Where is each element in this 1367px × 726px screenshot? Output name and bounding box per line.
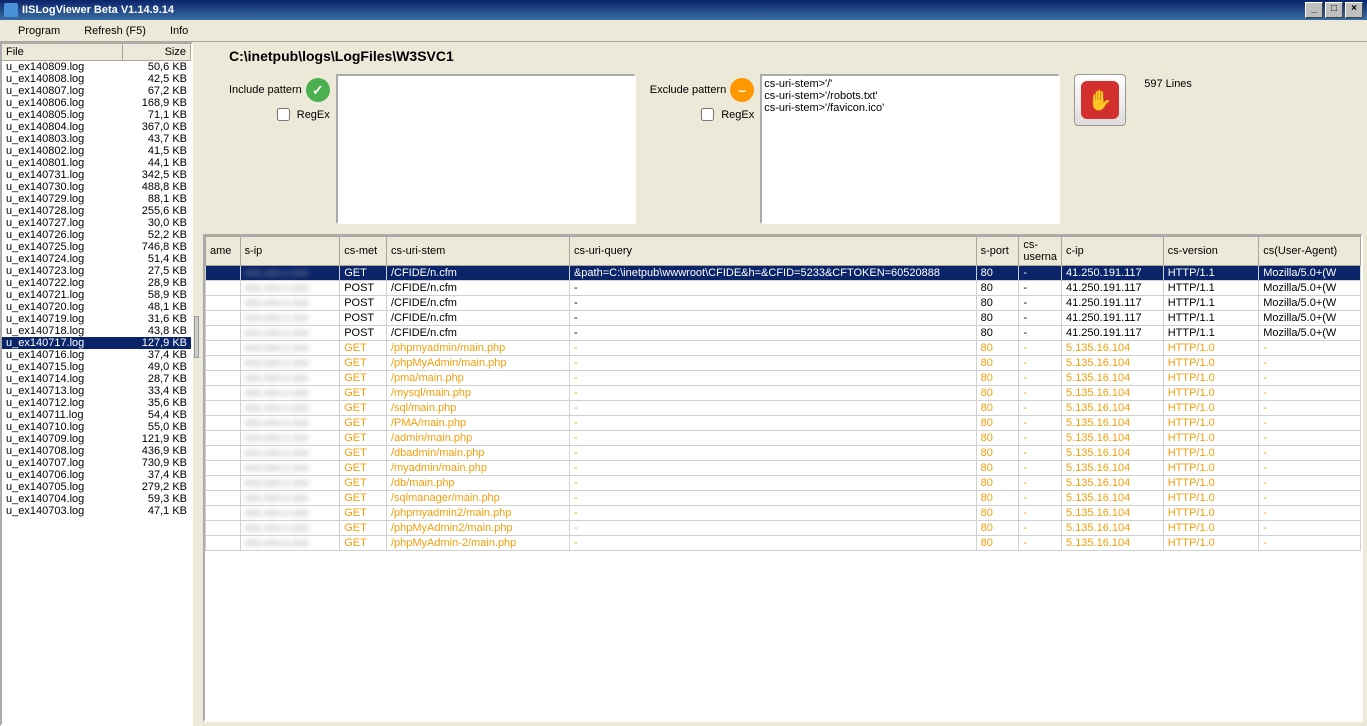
- stop-button[interactable]: ✋: [1074, 74, 1126, 126]
- menu-program[interactable]: Program: [6, 23, 72, 39]
- log-row[interactable]: xxx.xxx.x.xxxGET/sql/main.php-80-5.135.1…: [206, 401, 1361, 416]
- file-row[interactable]: u_ex140705.log279,2 KB: [2, 481, 191, 493]
- log-row[interactable]: xxx.xxx.x.xxxPOST/CFIDE/n.cfm-80-41.250.…: [206, 296, 1361, 311]
- file-row[interactable]: u_ex140714.log28,7 KB: [2, 373, 191, 385]
- file-row[interactable]: u_ex140809.log50,6 KB: [2, 61, 191, 73]
- log-row[interactable]: xxx.xxx.x.xxxPOST/CFIDE/n.cfm-80-41.250.…: [206, 281, 1361, 296]
- window-title: IISLogViewer Beta V1.14.9.14: [22, 4, 1303, 16]
- file-row[interactable]: u_ex140716.log37,4 KB: [2, 349, 191, 361]
- file-row[interactable]: u_ex140725.log746,8 KB: [2, 241, 191, 253]
- include-regex-checkbox[interactable]: RegEx: [277, 108, 330, 121]
- col-header[interactable]: cs-met: [340, 237, 387, 266]
- file-row[interactable]: u_ex140802.log41,5 KB: [2, 145, 191, 157]
- menu-bar: Program Refresh (F5) Info: [0, 20, 1367, 42]
- log-row[interactable]: xxx.xxx.x.xxxGET/phpMyAdmin-2/main.php-8…: [206, 536, 1361, 551]
- col-header[interactable]: cs-version: [1163, 237, 1259, 266]
- file-row[interactable]: u_ex140804.log367,0 KB: [2, 121, 191, 133]
- app-icon: [4, 3, 18, 17]
- file-row[interactable]: u_ex140717.log127,9 KB: [2, 337, 191, 349]
- file-row[interactable]: u_ex140721.log58,9 KB: [2, 289, 191, 301]
- file-row[interactable]: u_ex140730.log488,8 KB: [2, 181, 191, 193]
- log-row[interactable]: xxx.xxx.x.xxxGET/CFIDE/n.cfm&path=C:\ine…: [206, 266, 1361, 281]
- file-row[interactable]: u_ex140731.log342,5 KB: [2, 169, 191, 181]
- splitter[interactable]: [193, 42, 199, 726]
- log-row[interactable]: xxx.xxx.x.xxxGET/sqlmanager/main.php-80-…: [206, 491, 1361, 506]
- log-row[interactable]: xxx.xxx.x.xxxGET/PMA/main.php-80-5.135.1…: [206, 416, 1361, 431]
- file-row[interactable]: u_ex140718.log43,8 KB: [2, 325, 191, 337]
- file-row[interactable]: u_ex140724.log51,4 KB: [2, 253, 191, 265]
- file-list-header: File Size: [2, 44, 191, 61]
- minimize-button[interactable]: _: [1305, 2, 1323, 18]
- log-row[interactable]: xxx.xxx.x.xxxGET/dbadmin/main.php-80-5.1…: [206, 446, 1361, 461]
- check-icon: ✓: [306, 78, 330, 102]
- log-row[interactable]: xxx.xxx.x.xxxGET/pma/main.php-80-5.135.1…: [206, 371, 1361, 386]
- menu-info[interactable]: Info: [158, 23, 200, 39]
- exclude-regex-checkbox[interactable]: RegEx: [701, 108, 754, 121]
- file-row[interactable]: u_ex140729.log88,1 KB: [2, 193, 191, 205]
- file-row[interactable]: u_ex140711.log54,4 KB: [2, 409, 191, 421]
- log-row[interactable]: xxx.xxx.x.xxxPOST/CFIDE/n.cfm-80-41.250.…: [206, 311, 1361, 326]
- title-bar: IISLogViewer Beta V1.14.9.14 _ □ ×: [0, 0, 1367, 20]
- col-header[interactable]: ame: [206, 237, 241, 266]
- file-row[interactable]: u_ex140715.log49,0 KB: [2, 361, 191, 373]
- exclude-pattern-input[interactable]: [760, 74, 1060, 224]
- file-row[interactable]: u_ex140805.log71,1 KB: [2, 109, 191, 121]
- include-label: Include pattern: [229, 84, 302, 96]
- file-row[interactable]: u_ex140728.log255,6 KB: [2, 205, 191, 217]
- current-path: C:\inetpub\logs\LogFiles\W3SVC1: [199, 42, 1367, 70]
- log-row[interactable]: xxx.xxx.x.xxxGET/phpMyAdmin2/main.php-80…: [206, 521, 1361, 536]
- col-header[interactable]: cs-uri-stem: [386, 237, 569, 266]
- hand-icon: ✋: [1081, 81, 1119, 119]
- file-row[interactable]: u_ex140807.log67,2 KB: [2, 85, 191, 97]
- col-header[interactable]: s-ip: [240, 237, 340, 266]
- minus-icon: –: [730, 78, 754, 102]
- menu-refresh[interactable]: Refresh (F5): [72, 23, 158, 39]
- file-list[interactable]: File Size u_ex140809.log50,6 KBu_ex14080…: [0, 42, 193, 726]
- exclude-filter: Exclude pattern – RegEx: [650, 74, 1060, 224]
- file-row[interactable]: u_ex140727.log30,0 KB: [2, 217, 191, 229]
- log-row[interactable]: xxx.xxx.x.xxxGET/phpmyadmin2/main.php-80…: [206, 506, 1361, 521]
- log-row[interactable]: xxx.xxx.x.xxxPOST/CFIDE/n.cfm-80-41.250.…: [206, 326, 1361, 341]
- file-row[interactable]: u_ex140712.log35,6 KB: [2, 397, 191, 409]
- file-row[interactable]: u_ex140719.log31,6 KB: [2, 313, 191, 325]
- file-row[interactable]: u_ex140703.log47,1 KB: [2, 505, 191, 517]
- log-row[interactable]: xxx.xxx.x.xxxGET/myadmin/main.php-80-5.1…: [206, 461, 1361, 476]
- file-row[interactable]: u_ex140709.log121,9 KB: [2, 433, 191, 445]
- col-header[interactable]: cs-userna: [1019, 237, 1062, 266]
- maximize-button[interactable]: □: [1325, 2, 1343, 18]
- file-row[interactable]: u_ex140720.log48,1 KB: [2, 301, 191, 313]
- file-row[interactable]: u_ex140704.log59,3 KB: [2, 493, 191, 505]
- file-row[interactable]: u_ex140801.log44,1 KB: [2, 157, 191, 169]
- file-row[interactable]: u_ex140713.log33,4 KB: [2, 385, 191, 397]
- include-filter: Include pattern ✓ RegEx: [229, 74, 636, 224]
- log-row[interactable]: xxx.xxx.x.xxxGET/mysql/main.php-80-5.135…: [206, 386, 1361, 401]
- log-row[interactable]: xxx.xxx.x.xxxGET/db/main.php-80-5.135.16…: [206, 476, 1361, 491]
- col-size[interactable]: Size: [123, 44, 191, 60]
- col-header[interactable]: cs(User-Agent): [1259, 237, 1361, 266]
- log-grid[interactable]: ames-ipcs-metcs-uri-stemcs-uri-querys-po…: [203, 234, 1363, 722]
- line-count: 597 Lines: [1140, 74, 1196, 94]
- log-row[interactable]: xxx.xxx.x.xxxGET/admin/main.php-80-5.135…: [206, 431, 1361, 446]
- file-row[interactable]: u_ex140808.log42,5 KB: [2, 73, 191, 85]
- file-row[interactable]: u_ex140706.log37,4 KB: [2, 469, 191, 481]
- log-row[interactable]: xxx.xxx.x.xxxGET/phpmyadmin/main.php-80-…: [206, 341, 1361, 356]
- include-pattern-input[interactable]: [336, 74, 636, 224]
- file-row[interactable]: u_ex140806.log168,9 KB: [2, 97, 191, 109]
- file-row[interactable]: u_ex140710.log55,0 KB: [2, 421, 191, 433]
- file-row[interactable]: u_ex140708.log436,9 KB: [2, 445, 191, 457]
- exclude-label: Exclude pattern: [650, 84, 726, 96]
- col-header[interactable]: c-ip: [1062, 237, 1164, 266]
- file-row[interactable]: u_ex140722.log28,9 KB: [2, 277, 191, 289]
- file-row[interactable]: u_ex140723.log27,5 KB: [2, 265, 191, 277]
- col-file[interactable]: File: [2, 44, 123, 60]
- col-header[interactable]: cs-uri-query: [569, 237, 976, 266]
- col-header[interactable]: s-port: [976, 237, 1019, 266]
- file-row[interactable]: u_ex140803.log43,7 KB: [2, 133, 191, 145]
- close-button[interactable]: ×: [1345, 2, 1363, 18]
- file-row[interactable]: u_ex140726.log52,2 KB: [2, 229, 191, 241]
- log-row[interactable]: xxx.xxx.x.xxxGET/phpMyAdmin/main.php-80-…: [206, 356, 1361, 371]
- file-row[interactable]: u_ex140707.log730,9 KB: [2, 457, 191, 469]
